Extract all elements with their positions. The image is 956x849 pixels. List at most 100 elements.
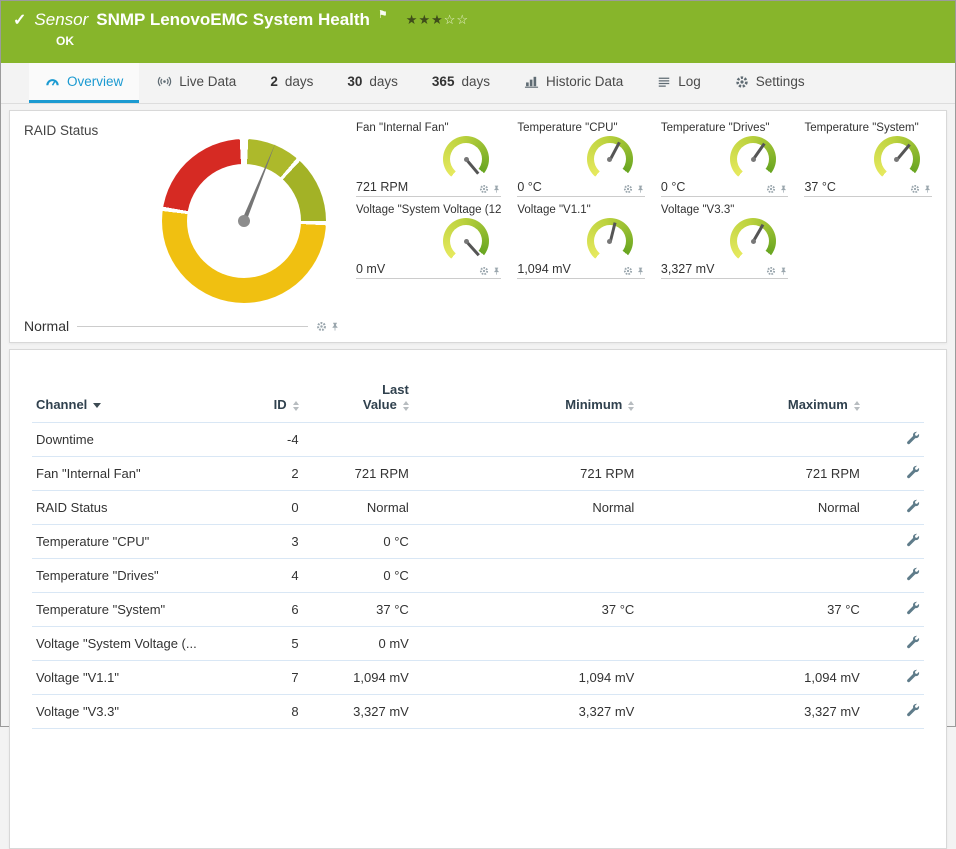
gauge-value: 721 RPM xyxy=(356,180,408,194)
column-label: Last xyxy=(382,382,409,397)
column-header-minimum[interactable]: Minimum xyxy=(413,376,639,423)
gear-icon[interactable] xyxy=(479,266,489,276)
cell-id: 5 xyxy=(237,627,302,661)
cell-last-value: 0 mV xyxy=(303,627,413,661)
cell-id: 4 xyxy=(237,559,302,593)
pin-icon[interactable] xyxy=(779,184,788,194)
channel-settings-wrench-icon[interactable] xyxy=(906,703,920,717)
gauge-value: 1,094 mV xyxy=(517,262,571,276)
tab-30-days[interactable]: 30 days xyxy=(331,63,414,103)
bar-chart-icon xyxy=(524,74,539,89)
column-header-actions xyxy=(864,376,924,423)
gauge-title: Fan "Internal Fan" xyxy=(356,121,501,134)
tab-label-number: 365 xyxy=(432,74,455,89)
stars-filled[interactable]: ★★★ xyxy=(406,12,444,27)
tab-settings[interactable]: Settings xyxy=(719,63,821,103)
cell-maximum xyxy=(638,525,864,559)
sort-icon xyxy=(854,401,860,411)
table-row: Voltage "V3.3" 8 3,327 mV 3,327 mV 3,327… xyxy=(32,695,924,729)
column-header-id[interactable]: ID xyxy=(237,376,302,423)
tab-overview[interactable]: Overview xyxy=(29,63,139,103)
gauge-title: Temperature "System" xyxy=(804,121,932,134)
mini-gauges-grid: Fan "Internal Fan" 721 RPM Temperature "… xyxy=(348,111,946,342)
gear-icon[interactable] xyxy=(766,266,776,276)
channel-settings-wrench-icon[interactable] xyxy=(906,431,920,445)
gauge-tile-temp-drives[interactable]: Temperature "Drives" 0 °C xyxy=(661,121,789,197)
mini-gauge xyxy=(587,136,633,182)
pin-icon[interactable] xyxy=(636,184,645,194)
tab-historic-data[interactable]: Historic Data xyxy=(508,63,639,103)
tab-2-days[interactable]: 2 days xyxy=(254,63,329,103)
cell-id: 0 xyxy=(237,491,302,525)
table-header-row: Channel ID Last Value Minimum Maximum xyxy=(32,376,924,423)
sensor-header: ✓ Sensor SNMP LenovoEMC System Health ⚑ … xyxy=(1,1,955,63)
column-label: Value xyxy=(363,397,397,412)
gauge-tile-temp-cpu[interactable]: Temperature "CPU" 0 °C xyxy=(517,121,645,197)
cell-maximum: 37 °C xyxy=(638,593,864,627)
gauge-tile-temp-system[interactable]: Temperature "System" 37 °C xyxy=(804,121,932,197)
tab-live-data[interactable]: Live Data xyxy=(141,63,252,103)
gear-icon[interactable] xyxy=(623,184,633,194)
cell-channel: RAID Status xyxy=(32,491,237,525)
gauge-tile-volt-v11[interactable]: Voltage "V1.1" 1,094 mV xyxy=(517,203,645,279)
pin-icon[interactable] xyxy=(492,266,501,276)
stars-empty[interactable]: ☆☆ xyxy=(444,12,469,27)
channel-settings-wrench-icon[interactable] xyxy=(906,635,920,649)
gear-icon[interactable] xyxy=(479,184,489,194)
gear-icon[interactable] xyxy=(910,184,920,194)
cell-channel: Temperature "System" xyxy=(32,593,237,627)
table-row: Temperature "Drives" 4 0 °C xyxy=(32,559,924,593)
tab-label: Historic Data xyxy=(546,74,623,89)
mini-gauge xyxy=(587,218,633,264)
tab-label-number: 30 xyxy=(347,74,362,89)
mini-gauge-hub xyxy=(464,239,469,244)
gear-icon[interactable] xyxy=(316,321,327,332)
tab-label: Settings xyxy=(756,74,805,89)
pin-icon[interactable] xyxy=(492,184,501,194)
tab-365-days[interactable]: 365 days xyxy=(416,63,506,103)
mini-gauge xyxy=(874,136,920,182)
column-header-last-value[interactable]: Last Value xyxy=(303,376,413,423)
pin-icon[interactable] xyxy=(923,184,932,194)
table-row: Temperature "System" 6 37 °C 37 °C 37 °C xyxy=(32,593,924,627)
raid-status-gauge[interactable] xyxy=(162,139,326,303)
cell-minimum: 1,094 mV xyxy=(413,661,639,695)
tab-label: Log xyxy=(678,74,701,89)
gear-icon[interactable] xyxy=(766,184,776,194)
tab-label-number: 2 xyxy=(270,74,278,89)
gauge-tile-volt-v33[interactable]: Voltage "V3.3" 3,327 mV xyxy=(661,203,789,279)
channel-settings-wrench-icon[interactable] xyxy=(906,669,920,683)
pin-icon[interactable] xyxy=(779,266,788,276)
pin-icon[interactable] xyxy=(330,321,340,332)
cell-channel: Temperature "CPU" xyxy=(32,525,237,559)
pin-icon[interactable] xyxy=(636,266,645,276)
cell-last-value xyxy=(303,423,413,457)
gauge-tile-volt-system[interactable]: Voltage "System Voltage (12 0 mV xyxy=(356,203,501,279)
gauge-title: Voltage "V1.1" xyxy=(517,203,645,216)
empty-grid-cell xyxy=(804,203,932,279)
cell-last-value: 37 °C xyxy=(303,593,413,627)
channel-settings-wrench-icon[interactable] xyxy=(906,499,920,513)
cell-maximum: 721 RPM xyxy=(638,457,864,491)
cell-minimum xyxy=(413,423,639,457)
tab-log[interactable]: Log xyxy=(641,63,717,103)
gauge-value: 0 mV xyxy=(356,262,385,276)
table-row: Temperature "CPU" 3 0 °C xyxy=(32,525,924,559)
channel-settings-wrench-icon[interactable] xyxy=(906,465,920,479)
mini-gauge-hub xyxy=(464,157,469,162)
gear-icon[interactable] xyxy=(623,266,633,276)
raid-status-gauge-panel[interactable]: RAID Status Normal xyxy=(10,111,348,342)
gauge-value: 37 °C xyxy=(804,180,835,194)
status-check-icon: ✓ xyxy=(13,10,26,30)
column-header-channel[interactable]: Channel xyxy=(32,376,237,423)
channel-settings-wrench-icon[interactable] xyxy=(906,567,920,581)
table-row: Voltage "System Voltage (... 5 0 mV xyxy=(32,627,924,661)
gauge-tile-fan[interactable]: Fan "Internal Fan" 721 RPM xyxy=(356,121,501,197)
priority-stars[interactable]: ★★★☆☆ xyxy=(406,12,469,28)
channel-settings-wrench-icon[interactable] xyxy=(906,533,920,547)
channel-settings-wrench-icon[interactable] xyxy=(906,601,920,615)
cell-minimum: Normal xyxy=(413,491,639,525)
flag-icon[interactable]: ⚑ xyxy=(378,8,388,21)
tab-label-unit: days xyxy=(285,74,314,89)
column-header-maximum[interactable]: Maximum xyxy=(638,376,864,423)
